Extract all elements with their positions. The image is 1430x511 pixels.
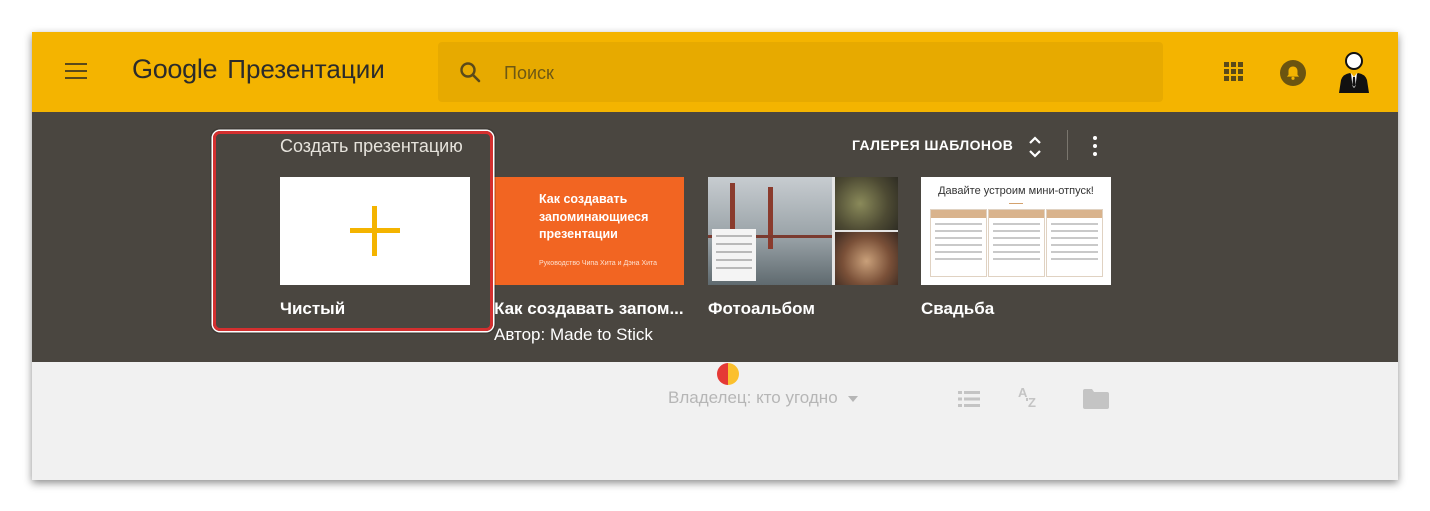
template-name: Как создавать запом... [494, 299, 684, 318]
template-made-to-stick[interactable]: Как создавать запоминающиеся презентации… [494, 177, 684, 345]
expand-collapse-icon[interactable] [1028, 134, 1042, 160]
logo-google-text: Google [132, 54, 218, 84]
template-wedding[interactable]: Давайте устроим мини-отпуск! Свадьба [921, 177, 1111, 319]
template-author: Автор: Made to Stick [494, 325, 653, 344]
thumbnail-title: Давайте устроим мини-отпуск! [938, 185, 1094, 197]
folder-icon[interactable] [1083, 389, 1109, 409]
search-input[interactable] [502, 56, 1106, 90]
search-icon[interactable] [458, 60, 482, 84]
template-photo-album[interactable]: Фотоальбом [708, 177, 898, 319]
thumbnail-title: Как создавать запоминающиеся презентации [539, 192, 649, 241]
owner-filter-label: Владелец: кто угодно [668, 388, 838, 407]
template-thumbnail[interactable] [280, 177, 470, 285]
gallery-title: Создать презентацию [280, 136, 463, 156]
search-box[interactable] [438, 42, 1163, 102]
list-view-icon[interactable] [958, 390, 980, 408]
owner-filter-dropdown[interactable]: Владелец: кто угодно [668, 388, 858, 408]
top-bar: Google Презентации [32, 32, 1398, 112]
divider [1067, 130, 1068, 160]
notifications-bell-icon[interactable] [1280, 60, 1306, 86]
hamburger-menu-icon[interactable] [65, 63, 89, 81]
app-logo[interactable]: Google Презентации [132, 54, 385, 90]
svg-text:A: A [1018, 385, 1028, 400]
dropdown-caret-icon [847, 395, 858, 402]
thumbnail-credit: Руководство Чипа Хита и Дэна Хита [539, 260, 658, 267]
apps-grid-icon[interactable] [1224, 62, 1243, 81]
cafe-photo [835, 232, 898, 285]
template-gallery-button[interactable]: ГАЛЕРЕЯ ШАБЛОНОВ [852, 137, 1013, 153]
template-name: Чистый [280, 299, 346, 318]
logo-app-name: Презентации [227, 54, 385, 84]
user-avatar[interactable] [1336, 50, 1372, 94]
template-thumbnail[interactable]: Давайте устроим мини-отпуск! [921, 177, 1111, 285]
template-gallery: Создать презентацию ГАЛЕРЕЯ ШАБЛОНОВ Чис… [32, 112, 1398, 362]
template-name: Фотоальбом [708, 299, 815, 318]
photo-caption-card [712, 229, 756, 281]
template-blank[interactable]: Чистый [280, 177, 470, 319]
template-name: Свадьба [921, 299, 995, 318]
template-thumbnail[interactable] [708, 177, 898, 285]
more-options-icon[interactable] [1093, 136, 1097, 156]
app-window: Google Презентации Создать [32, 32, 1398, 480]
leaves-photo [835, 177, 898, 230]
svg-text:Z: Z [1028, 395, 1036, 410]
loading-indicator-icon [717, 363, 739, 385]
sort-az-icon[interactable]: A Z [1018, 384, 1042, 412]
template-thumbnail[interactable]: Как создавать запоминающиеся презентации… [494, 177, 684, 285]
